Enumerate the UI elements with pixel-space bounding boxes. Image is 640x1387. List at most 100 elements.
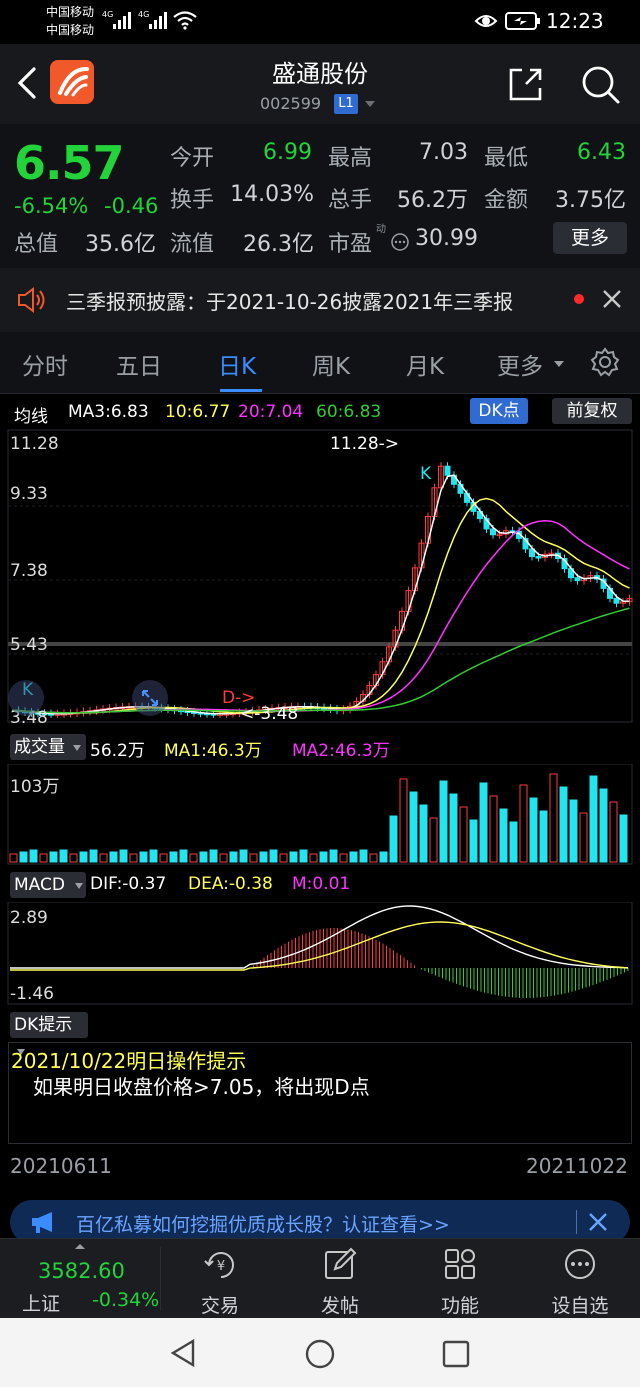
dk-tip-box: 2021/10/22明日操作提示 如果明日收盘价格>7.05，将出现D点: [8, 1042, 632, 1144]
search-icon[interactable]: [578, 62, 622, 106]
volume-bar: [459, 806, 468, 863]
nav-functions-label: 功能: [440, 1295, 479, 1317]
tab-monthly-k[interactable]: 月K: [406, 347, 444, 381]
volume-bar: [429, 817, 438, 863]
header: 盛通股份 002599 L1: [0, 44, 640, 124]
index-change: -0.34%: [92, 1289, 160, 1311]
chevron-down-icon: [73, 745, 82, 751]
nav-trade[interactable]: ¥ 交易: [170, 1239, 270, 1319]
volume-indicator-dropdown[interactable]: 成交量: [10, 734, 86, 760]
share-icon[interactable]: [506, 64, 546, 104]
back-triangle-icon[interactable]: [168, 1338, 198, 1368]
tab-weekly-k[interactable]: 周K: [312, 347, 350, 381]
volume-bar: [559, 786, 568, 863]
volume-bar: [199, 851, 208, 863]
pe-dynamic-sup: 动: [376, 224, 386, 235]
tab-intraday[interactable]: 分时: [22, 347, 68, 381]
dk-tip-dropdown[interactable]: DK提示: [10, 1012, 88, 1055]
nav-functions[interactable]: 功能: [410, 1239, 510, 1319]
stock-code: 002599: [260, 94, 322, 113]
dk-point-button[interactable]: DK点: [470, 398, 528, 424]
volume-bar: [209, 849, 218, 863]
kline-candle: [490, 528, 496, 536]
date-end: 20211022: [526, 1154, 628, 1178]
volume-bar: [269, 849, 278, 863]
d-signal-marker: D->: [222, 688, 256, 708]
close-icon[interactable]: [601, 288, 623, 310]
macd-m: M:0.01: [292, 874, 351, 894]
home-circle-icon[interactable]: [304, 1338, 336, 1370]
level1-badge: L1: [334, 94, 358, 114]
macd-chart[interactable]: [0, 902, 640, 1006]
chevron-down-icon: [75, 883, 84, 889]
info-dots-icon[interactable]: [390, 232, 410, 252]
volume-dropdown-label: 成交量: [14, 737, 65, 757]
nav-divider: [160, 1247, 161, 1311]
y-label-2: 9.33: [10, 484, 48, 504]
volume-bar: [99, 853, 108, 863]
volume-bar: [59, 849, 68, 863]
chart-area: 均线 MA3:6.83 10:6.77 20:7.04 60:6.83 DK点 …: [0, 394, 640, 1206]
tab-five-day[interactable]: 五日: [116, 347, 162, 381]
dk-tip-title: 2021/10/22明日操作提示: [11, 1049, 247, 1073]
turnover-value: 14.03%: [230, 182, 314, 207]
volume-bar: [409, 791, 418, 863]
signal-icon: [113, 12, 131, 29]
volume-bar: [119, 849, 128, 863]
volume-bar: [89, 849, 98, 863]
chevron-down-icon[interactable]: [364, 99, 376, 109]
dk-tip-dropdown-label: DK提示: [14, 1015, 73, 1035]
volume-bar: [539, 810, 548, 863]
volume-bar: [379, 851, 388, 863]
open-value: 6.99: [263, 140, 312, 165]
kline-candle: [444, 465, 451, 476]
volume-bar: [289, 851, 298, 863]
ma60-line: [11, 607, 630, 714]
ma10-value: 10:6.77: [165, 402, 231, 422]
nav-add-watchlist[interactable]: 设自选: [530, 1239, 630, 1319]
recents-square-icon[interactable]: [442, 1340, 470, 1368]
notice-bar[interactable]: 三季报预披露：于2021-10-26披露2021年三季报: [0, 268, 640, 332]
functions-grid-icon: [445, 1249, 475, 1279]
svg-text:¥: ¥: [217, 1259, 225, 1274]
y-label-1: 11.28: [10, 434, 59, 454]
current-price: 6.57: [14, 136, 124, 190]
volume-bar: [49, 851, 58, 863]
volume-bar: [529, 797, 538, 863]
nav-post-label: 发帖: [320, 1295, 359, 1317]
y-label-4: 5.43: [10, 635, 48, 655]
amount-label: 金额: [484, 188, 529, 213]
ma20-line: [11, 519, 630, 714]
expand-chart-button[interactable]: [132, 680, 168, 716]
y-label-3: 7.38: [10, 561, 48, 581]
kline-chart[interactable]: [0, 428, 640, 728]
volume-bar: [549, 773, 558, 863]
volume-ma1: MA1:46.3万: [164, 741, 262, 761]
unread-dot: [574, 294, 584, 304]
close-ad-icon[interactable]: [588, 1212, 608, 1232]
volume-bar: [439, 780, 448, 863]
macd-dif: DIF:-0.37: [90, 874, 167, 894]
high-label: 最高: [328, 146, 373, 171]
market-index-widget[interactable]: 3582.60 上证 -0.34%: [0, 1239, 160, 1319]
battery-icon: [505, 12, 540, 30]
tab-more[interactable]: 更多: [497, 347, 543, 381]
high-marker: 11.28->: [330, 434, 400, 454]
volume-label: 总手: [328, 188, 373, 213]
settings-gear-icon[interactable]: [590, 347, 620, 377]
post-edit-icon: [325, 1247, 357, 1279]
quote-more-button[interactable]: 更多: [553, 222, 627, 254]
volume-value: 56.2万: [397, 188, 468, 213]
low-value: 6.43: [577, 140, 626, 165]
adjust-mode-button[interactable]: 前复权: [552, 398, 632, 424]
nav-post[interactable]: 发帖: [290, 1239, 390, 1319]
volume-bar: [389, 815, 398, 863]
tab-daily-k[interactable]: 日K: [218, 347, 256, 381]
k-hint-bubble[interactable]: [8, 680, 44, 716]
macd-indicator-dropdown[interactable]: MACD: [10, 872, 86, 898]
volume-chart[interactable]: [0, 764, 640, 866]
volume-bar: [509, 821, 518, 863]
index-name: 上证: [22, 1293, 61, 1315]
volume-bar: [19, 851, 28, 863]
volume-bar: [129, 853, 138, 863]
